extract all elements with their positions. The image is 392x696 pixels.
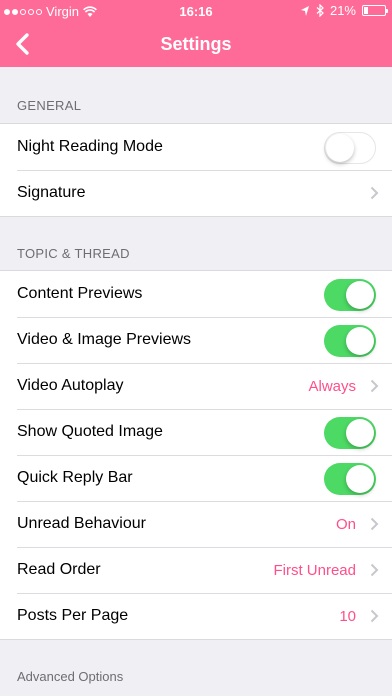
- section-header-general: GENERAL: [17, 98, 82, 113]
- setting-label: Posts Per Page: [17, 607, 129, 624]
- general-group: Night Reading Mode Signature: [0, 123, 392, 217]
- setting-label: Read Order: [17, 561, 101, 578]
- show-quoted-image-toggle[interactable]: [324, 417, 376, 449]
- topic-thread-group: Content Previews Video & Image Previews …: [0, 270, 392, 640]
- section-header-topic-thread: TOPIC & THREAD: [17, 246, 130, 261]
- night-reading-mode-toggle[interactable]: [324, 132, 376, 164]
- setting-value: First Unread: [273, 561, 356, 579]
- status-bar-right: 21%: [300, 3, 388, 18]
- setting-video-autoplay[interactable]: Video Autoplay Always: [0, 363, 392, 409]
- content-previews-toggle[interactable]: [324, 279, 376, 311]
- chevron-right-icon: [370, 379, 379, 393]
- battery-level: [364, 7, 368, 14]
- toggle-knob: [346, 465, 374, 493]
- page-title: Settings: [160, 34, 232, 54]
- navigation-bar: Settings: [0, 22, 392, 67]
- setting-label: Show Quoted Image: [17, 423, 163, 440]
- setting-night-reading-mode[interactable]: Night Reading Mode: [0, 124, 392, 170]
- setting-value: On: [335, 515, 356, 533]
- setting-unread-behaviour[interactable]: Unread Behaviour On: [0, 501, 392, 547]
- setting-label: Quick Reply Bar: [17, 469, 133, 486]
- setting-label: Signature: [17, 184, 86, 201]
- quick-reply-bar-toggle[interactable]: [324, 463, 376, 495]
- setting-label: Night Reading Mode: [17, 138, 163, 155]
- setting-signature[interactable]: Signature: [0, 170, 392, 216]
- setting-video-image-previews[interactable]: Video & Image Previews: [0, 317, 392, 363]
- chevron-right-icon: [370, 517, 379, 531]
- toggle-knob: [326, 134, 354, 162]
- toggle-knob: [346, 327, 374, 355]
- section-header-advanced-options: Advanced Options: [17, 669, 124, 684]
- battery-icon: [362, 5, 388, 16]
- setting-quick-reply-bar[interactable]: Quick Reply Bar: [0, 455, 392, 501]
- chevron-right-icon: [370, 563, 379, 577]
- chevron-right-icon: [370, 186, 379, 200]
- toggle-knob: [346, 281, 374, 309]
- bluetooth-icon: [316, 4, 324, 17]
- toggle-knob: [346, 419, 374, 447]
- location-arrow-icon: [300, 5, 309, 16]
- setting-label: Unread Behaviour: [17, 515, 146, 532]
- setting-value: 10: [339, 607, 356, 625]
- setting-label: Content Previews: [17, 285, 143, 302]
- setting-content-previews[interactable]: Content Previews: [0, 271, 392, 317]
- setting-label: Video Autoplay: [17, 377, 124, 394]
- status-bar: Virgin 16:16 21%: [0, 0, 392, 22]
- setting-value: Always: [308, 377, 356, 395]
- setting-posts-per-page[interactable]: Posts Per Page 10: [0, 593, 392, 639]
- chevron-right-icon: [370, 609, 379, 623]
- setting-show-quoted-image[interactable]: Show Quoted Image: [0, 409, 392, 455]
- video-image-previews-toggle[interactable]: [324, 325, 376, 357]
- setting-label: Video & Image Previews: [17, 331, 192, 348]
- setting-read-order[interactable]: Read Order First Unread: [0, 547, 392, 593]
- battery-percent: 21%: [329, 3, 356, 18]
